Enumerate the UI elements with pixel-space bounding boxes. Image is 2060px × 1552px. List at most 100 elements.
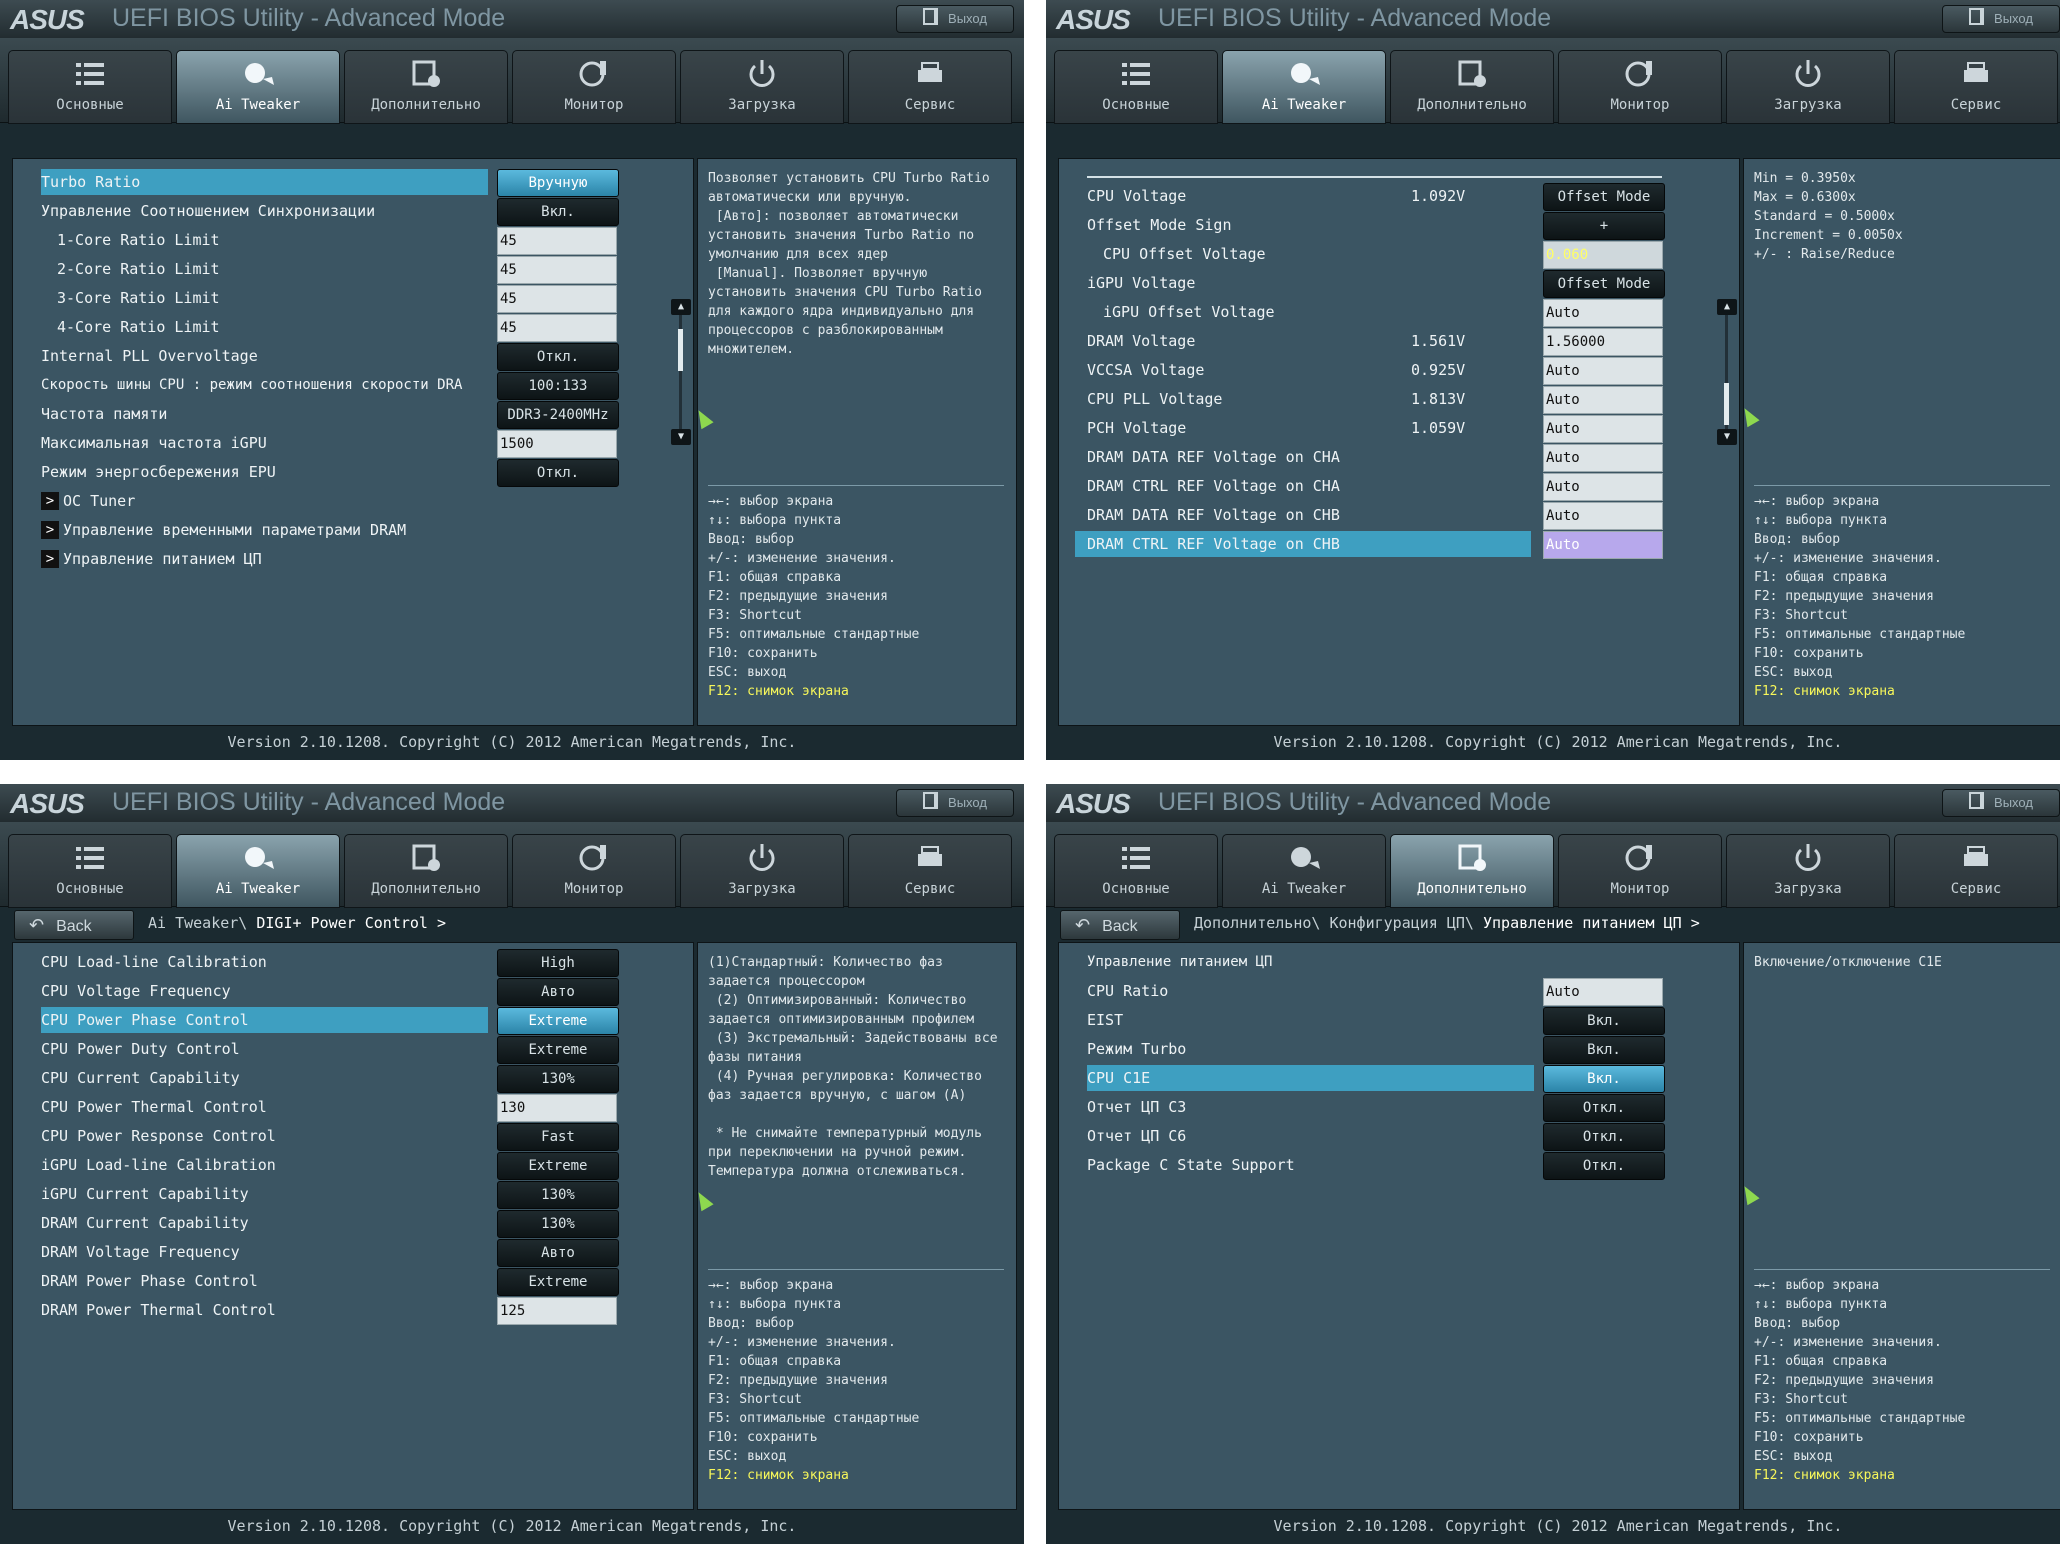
setting-input[interactable]: 1.56000 <box>1543 328 1663 356</box>
setting-input[interactable]: 130 <box>497 1094 617 1122</box>
setting-row[interactable]: Turbo Ratio <box>41 169 488 195</box>
setting-row[interactable]: CPU Offset Voltage <box>1103 241 1533 267</box>
setting-row[interactable]: CPU Load-line Calibration <box>41 949 471 975</box>
setting-input[interactable]: 45 <box>497 256 617 284</box>
setting-input[interactable]: 125 <box>497 1297 617 1325</box>
setting-value[interactable]: + <box>1543 212 1665 240</box>
setting-input[interactable]: 0.060 <box>1543 241 1663 269</box>
tab-boot[interactable]: Загрузка <box>1726 834 1890 908</box>
setting-row[interactable]: DRAM CTRL REF Voltage on CHB <box>1075 531 1531 557</box>
setting-row[interactable]: CPU Ratio <box>1087 978 1517 1004</box>
setting-input[interactable]: Auto <box>1543 473 1663 501</box>
scroll-down-icon[interactable]: ▼ <box>671 429 691 445</box>
tab-boot[interactable]: Загрузка <box>1726 50 1890 124</box>
tab-tools[interactable]: Сервис <box>848 834 1012 908</box>
scroll-thumb[interactable] <box>1724 383 1729 425</box>
setting-input[interactable]: Auto <box>1543 415 1663 443</box>
exit-button[interactable]: Выход <box>896 789 1014 817</box>
setting-input[interactable]: Auto <box>1543 357 1663 385</box>
setting-input[interactable]: 45 <box>497 314 617 342</box>
setting-row[interactable]: EIST <box>1087 1007 1517 1033</box>
setting-row[interactable]: Package C State Support <box>1087 1152 1517 1178</box>
setting-value[interactable]: DDR3-2400MHz <box>497 401 619 429</box>
setting-value[interactable]: Extreme <box>497 1268 619 1296</box>
setting-row[interactable]: Отчет ЦП C6 <box>1087 1123 1517 1149</box>
setting-row[interactable]: CPU Power Duty Control <box>41 1036 471 1062</box>
setting-row[interactable]: Максимальная частота iGPU <box>41 430 471 456</box>
submenu-dram-timing[interactable]: > Управление временными параметрами DRAM <box>41 517 471 543</box>
tab-advanced[interactable]: Дополнительно <box>1390 50 1554 124</box>
breadcrumb-path[interactable]: Ai Tweaker\ <box>148 914 247 932</box>
setting-row[interactable]: CPU Voltage Frequency <box>41 978 471 1004</box>
setting-row[interactable]: DRAM DATA REF Voltage on CHB <box>1087 502 1517 528</box>
setting-value[interactable]: 130% <box>497 1181 619 1209</box>
setting-input[interactable]: Auto <box>1543 531 1663 559</box>
setting-row[interactable]: DRAM Voltage Frequency <box>41 1239 471 1265</box>
setting-value[interactable]: Авто <box>497 1239 619 1267</box>
tab-main[interactable]: Основные <box>8 50 172 124</box>
tab-advanced[interactable]: Дополнительно <box>1390 834 1554 908</box>
scrollbar[interactable]: ▲ ▼ <box>671 299 691 445</box>
setting-value[interactable]: Вкл. <box>1543 1065 1665 1093</box>
setting-row[interactable]: DRAM Power Phase Control <box>41 1268 471 1294</box>
setting-value[interactable]: Offset Mode <box>1543 270 1665 298</box>
setting-row[interactable]: CPU Power Response Control <box>41 1123 471 1149</box>
setting-value[interactable]: Откл. <box>497 459 619 487</box>
submenu-oc-tuner[interactable]: > OC Tuner <box>41 488 471 514</box>
setting-row[interactable]: iGPU Voltage <box>1087 270 1517 296</box>
tab-tools[interactable]: Сервис <box>1894 834 2058 908</box>
setting-row[interactable]: DRAM DATA REF Voltage on CHA <box>1087 444 1517 470</box>
tab-main[interactable]: Основные <box>1054 834 1218 908</box>
scroll-up-icon[interactable]: ▲ <box>1717 299 1737 315</box>
setting-value[interactable]: Откл. <box>1543 1094 1665 1122</box>
setting-row[interactable]: CPU Power Phase Control <box>41 1007 488 1033</box>
setting-value[interactable]: Откл. <box>1543 1123 1665 1151</box>
tab-ai-tweaker[interactable]: Ai Tweaker <box>176 50 340 124</box>
setting-row[interactable]: 4-Core Ratio Limit <box>57 314 487 340</box>
setting-value[interactable]: Offset Mode <box>1543 183 1665 211</box>
breadcrumb-path[interactable]: Дополнительно\ Конфигурация ЦП\ <box>1194 914 1474 932</box>
setting-value[interactable]: 100:133 <box>497 372 619 400</box>
setting-value[interactable]: Авто <box>497 978 619 1006</box>
setting-input[interactable]: Auto <box>1543 502 1663 530</box>
setting-row[interactable]: CPU Current Capability <box>41 1065 471 1091</box>
back-button[interactable]: ↶ Back <box>14 910 134 940</box>
scroll-up-icon[interactable]: ▲ <box>671 299 691 315</box>
setting-row[interactable]: Частота памяти <box>41 401 471 427</box>
setting-input[interactable]: 45 <box>497 227 617 255</box>
setting-row[interactable]: iGPU Current Capability <box>41 1181 471 1207</box>
scrollbar[interactable]: ▲ ▼ <box>1717 299 1737 445</box>
setting-value[interactable]: Вкл. <box>1543 1007 1665 1035</box>
setting-input[interactable]: 1500 <box>497 430 617 458</box>
setting-value[interactable]: Вкл. <box>1543 1036 1665 1064</box>
setting-value[interactable]: 130% <box>497 1065 619 1093</box>
setting-row[interactable]: Управление Соотношением Синхронизации <box>41 198 471 224</box>
tab-ai-tweaker[interactable]: Ai Tweaker <box>176 834 340 908</box>
tab-tools[interactable]: Сервис <box>1894 50 2058 124</box>
setting-value[interactable]: Fast <box>497 1123 619 1151</box>
setting-row[interactable]: iGPU Load-line Calibration <box>41 1152 471 1178</box>
submenu-cpu-power[interactable]: > Управление питанием ЦП <box>41 546 471 572</box>
setting-row[interactable]: iGPU Offset Voltage <box>1103 299 1533 325</box>
setting-input[interactable]: Auto <box>1543 299 1663 327</box>
setting-value[interactable]: Extreme <box>497 1007 619 1035</box>
exit-button[interactable]: Выход <box>1942 5 2060 33</box>
setting-value[interactable]: Откл. <box>1543 1152 1665 1180</box>
setting-row[interactable]: DRAM Current Capability <box>41 1210 471 1236</box>
setting-row[interactable]: Режим Turbo <box>1087 1036 1517 1062</box>
setting-row[interactable]: DRAM CTRL REF Voltage on CHA <box>1087 473 1517 499</box>
setting-input[interactable]: 45 <box>497 285 617 313</box>
exit-button[interactable]: Выход <box>1942 789 2060 817</box>
scroll-thumb[interactable] <box>678 329 683 371</box>
setting-value[interactable]: Откл. <box>497 343 619 371</box>
setting-value[interactable]: Extreme <box>497 1152 619 1180</box>
setting-input[interactable]: Auto <box>1543 978 1663 1006</box>
scroll-down-icon[interactable]: ▼ <box>1717 429 1737 445</box>
tab-tools[interactable]: Сервис <box>848 50 1012 124</box>
tab-advanced[interactable]: Дополнительно <box>344 834 508 908</box>
setting-row[interactable]: CPU C1E <box>1087 1065 1534 1091</box>
setting-input[interactable]: Auto <box>1543 444 1663 472</box>
setting-value[interactable]: High <box>497 949 619 977</box>
setting-row[interactable]: DRAM Power Thermal Control <box>41 1297 471 1323</box>
setting-row[interactable]: Offset Mode Sign <box>1087 212 1517 238</box>
